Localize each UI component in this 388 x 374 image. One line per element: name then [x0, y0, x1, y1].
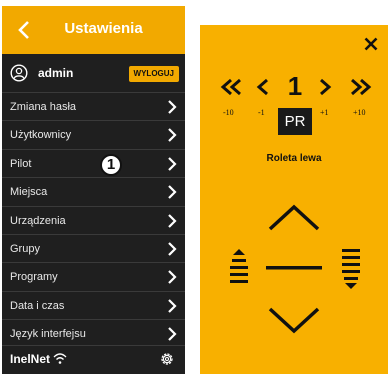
stop-bar-icon[interactable] [266, 264, 322, 272]
step-down-icon[interactable] [340, 248, 362, 292]
chevron-right-icon [168, 270, 177, 285]
menu-item-label: Data i czas [10, 299, 65, 312]
menu-item-label: Pilot [10, 157, 32, 170]
chevron-right-icon [168, 242, 177, 256]
device-name: Roleta lewa [266, 153, 322, 164]
brand-logo: InelNet [10, 352, 51, 366]
close-icon[interactable] [364, 37, 378, 51]
up-arrow-icon[interactable] [264, 201, 324, 235]
menu-item-data-i-czas[interactable]: Data i czas [2, 292, 185, 321]
chevron-right-icon [168, 185, 177, 199]
wifi-icon [53, 353, 67, 364]
menu-item-urzadzenia[interactable]: Urządzenia [2, 207, 185, 235]
logout-button[interactable]: WYLOGUJ [128, 66, 179, 82]
mode-button[interactable]: PR [278, 108, 312, 135]
chevron-right-icon [168, 298, 177, 313]
menu-item-grupy[interactable]: Grupy [2, 235, 185, 264]
tick-label-plus-1: +1 [320, 108, 329, 117]
menu-item-programy[interactable]: Programy [2, 263, 185, 292]
menu-item-label: Miejsca [10, 186, 48, 199]
user-icon [10, 64, 28, 82]
menu-item-uzytkownicy[interactable]: Użytkownicy [2, 121, 185, 150]
menu-item-pilot[interactable]: Pilot [2, 150, 185, 179]
menu-item-label: Język interfejsu [10, 328, 86, 341]
annotation-marker: 1 [100, 154, 122, 176]
chevron-left-icon[interactable] [256, 77, 270, 97]
user-row: admin WYLOGUJ [2, 56, 185, 93]
remote-panel: 1 -10 -1 +1 +10 PR Roleta lewa [200, 25, 388, 374]
menu-item-miejsca[interactable]: Miejsca [2, 178, 185, 207]
user-name: admin [38, 66, 74, 80]
channel-number: 1 [287, 71, 303, 101]
down-arrow-icon[interactable] [264, 303, 324, 337]
settings-footer: InelNet [2, 345, 185, 374]
menu-item-label: Programy [10, 271, 58, 284]
tick-label-plus-10: +10 [353, 108, 366, 117]
chevron-right-icon [168, 213, 177, 228]
settings-menu: Zmiana hasła Użytkownicy Pilot Miejsca U… [2, 93, 185, 349]
menu-item-label: Grupy [10, 242, 40, 255]
tick-label-minus-1: -1 [258, 108, 265, 117]
step-up-icon[interactable] [228, 248, 250, 288]
menu-item-label: Zmiana hasła [10, 101, 77, 113]
chevron-right-icon [168, 327, 177, 341]
settings-panel: Ustawienia admin WYLOGUJ Zmiana hasła Uż… [2, 6, 185, 374]
gear-icon[interactable] [159, 351, 175, 367]
chevron-right-icon [168, 128, 177, 143]
menu-item-label: Urządzenia [10, 214, 66, 227]
menu-item-zmiana-hasla[interactable]: Zmiana hasła [2, 93, 185, 122]
settings-header: Ustawienia [2, 6, 185, 54]
channel-nav: 1 [200, 71, 388, 103]
tick-label-minus-10: -10 [223, 108, 234, 117]
chevron-right-icon[interactable] [318, 77, 332, 97]
chevron-right-icon [168, 157, 177, 171]
double-chevron-left-icon[interactable] [220, 77, 244, 97]
chevron-right-icon [168, 100, 177, 114]
double-chevron-right-icon[interactable] [348, 77, 372, 97]
menu-item-label: Użytkownicy [10, 129, 72, 142]
page-title: Ustawienia [64, 20, 143, 37]
